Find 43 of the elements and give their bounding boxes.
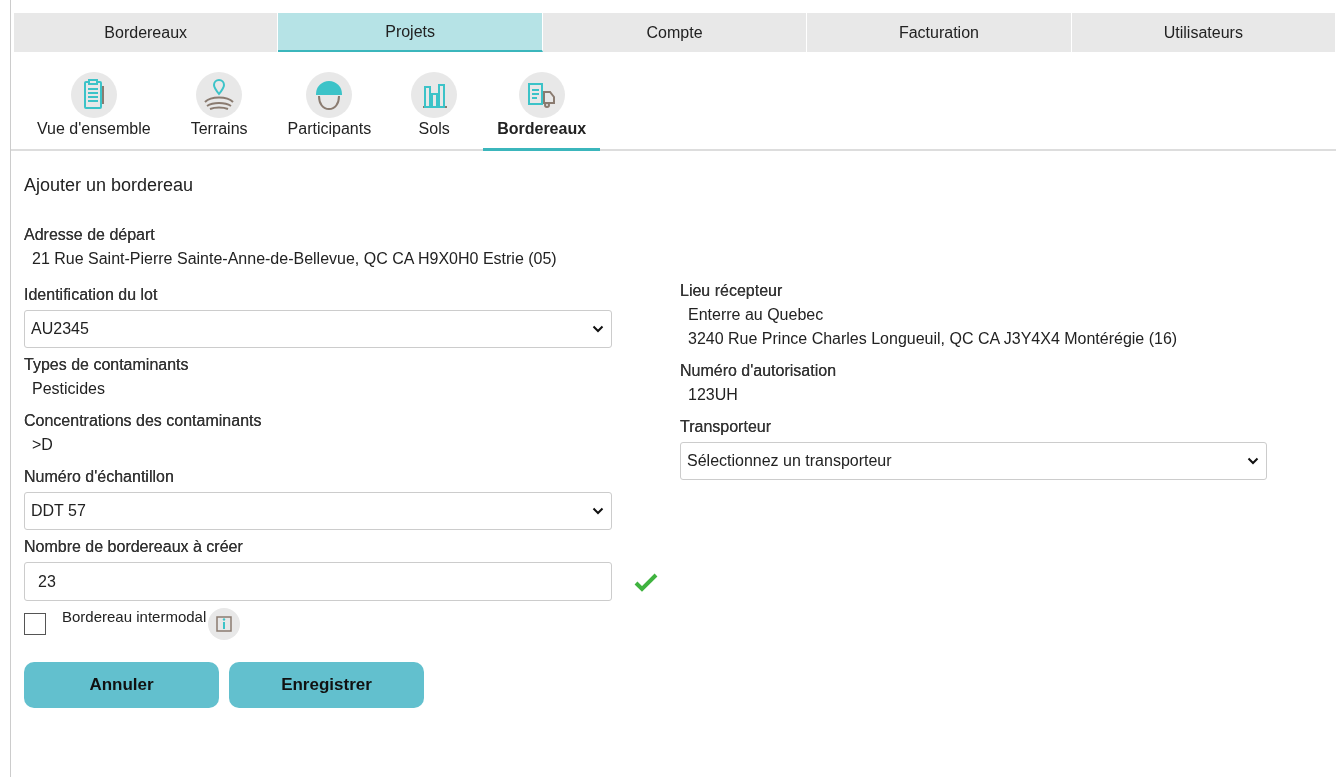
field-label: Identification du lot <box>24 286 159 304</box>
field-label: Lieu récepteur <box>680 282 784 300</box>
nav-tab[interactable]: Bordereaux <box>14 13 279 52</box>
section-tab[interactable]: Bordereaux <box>483 72 601 151</box>
field-label: Concentrations des contaminants <box>24 412 263 430</box>
number-field[interactable]: 23 <box>24 562 612 601</box>
field-label: Adresse de départ <box>24 226 156 244</box>
field-value: 21 Rue Saint-Pierre Sainte-Anne-de-Bellevue, QC CA H9X0H0 Estrie (05) <box>31 250 558 268</box>
field-value: >D <box>31 436 54 454</box>
section-tab[interactable]: Participants <box>273 72 386 151</box>
section-tab[interactable]: Terrains <box>176 72 262 151</box>
chevron-down-icon <box>592 507 604 515</box>
save-button[interactable]: Enregistrer <box>229 662 424 708</box>
nav-tab[interactable]: Utilisateurs <box>1071 13 1336 52</box>
info-icon[interactable] <box>208 608 241 640</box>
section-tab[interactable]: Sols <box>397 72 472 151</box>
field-value: 3240 Rue Prince Charles Longueuil, QC CA J3Y4X4 Montérégie (16) <box>687 330 1179 348</box>
checkbox[interactable] <box>24 613 46 635</box>
chevron-down-icon <box>592 325 604 333</box>
field-label: Nombre de bordereaux à créer <box>24 538 244 556</box>
select-field[interactable]: Sélectionnez un transporteur <box>680 442 1267 480</box>
nav-tab[interactable]: Projets <box>278 13 543 52</box>
chevron-down-icon <box>1247 457 1259 465</box>
nav-tab[interactable]: Compte <box>542 13 808 52</box>
nav-tab[interactable]: Facturation <box>807 13 1072 52</box>
cancel-button[interactable]: Annuler <box>24 662 219 708</box>
checkbox-label: Bordereau intermodal <box>62 608 207 625</box>
section-tab[interactable]: Vue d'ensemble <box>23 72 165 151</box>
hard-hat-icon <box>306 72 353 118</box>
field-value: Pesticides <box>31 380 106 398</box>
bar-chart-icon <box>411 72 458 118</box>
select-field[interactable]: DDT 57 <box>24 492 612 530</box>
clipboard-icon <box>70 72 117 118</box>
select-field[interactable]: AU2345 <box>24 310 612 348</box>
form-title: Ajouter un bordereau <box>24 175 195 196</box>
field-label: Numéro d'autorisation <box>680 362 838 380</box>
field-value: 123UH <box>687 386 739 404</box>
field-value: Enterre au Quebec <box>687 306 825 324</box>
truck-document-icon <box>518 72 565 118</box>
field-label: Numéro d'échantillon <box>24 468 175 486</box>
field-label: Transporteur <box>680 418 772 436</box>
field-label: Types de contaminants <box>24 356 190 374</box>
field-pin-icon <box>196 72 243 118</box>
